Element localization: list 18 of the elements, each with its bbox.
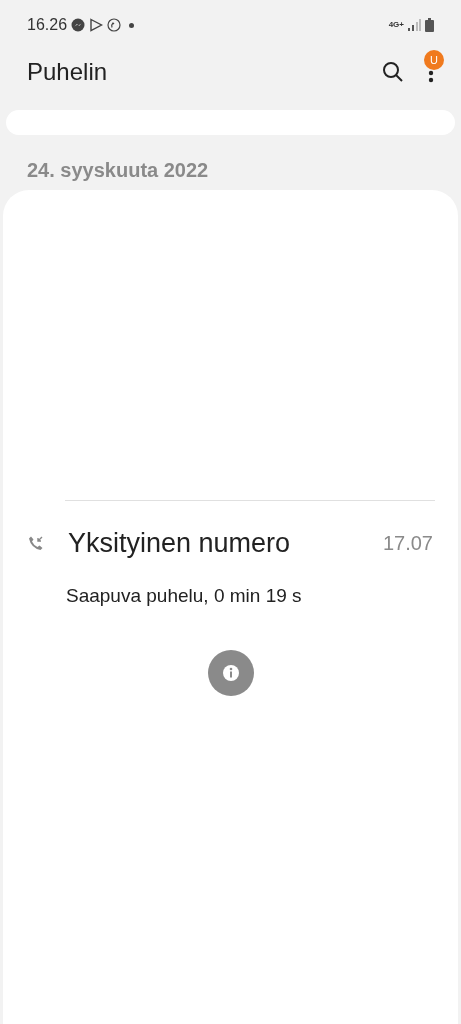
phone-icon	[107, 18, 122, 32]
search-icon[interactable]	[382, 61, 404, 83]
play-icon	[89, 18, 104, 32]
signal-icon	[408, 19, 421, 31]
date-heading: 24. syyskuuta 2022	[26, 158, 210, 183]
status-time: 16.26	[27, 15, 68, 35]
info-button[interactable]	[208, 650, 254, 696]
screen-title: Puhelin	[27, 57, 109, 87]
network-label: 4G+	[388, 19, 404, 31]
messenger-icon	[71, 18, 86, 32]
caller-name[interactable]: Yksityinen numero	[68, 523, 383, 564]
incoming-call-icon	[28, 535, 44, 552]
dot-icon	[129, 22, 135, 28]
notification-badge: U	[424, 50, 444, 70]
call-time: 17.07	[382, 531, 433, 557]
call-details: Saapuva puhelu, 0 min 19 s	[65, 583, 303, 608]
battery-icon	[425, 18, 434, 32]
info-icon	[222, 664, 240, 682]
